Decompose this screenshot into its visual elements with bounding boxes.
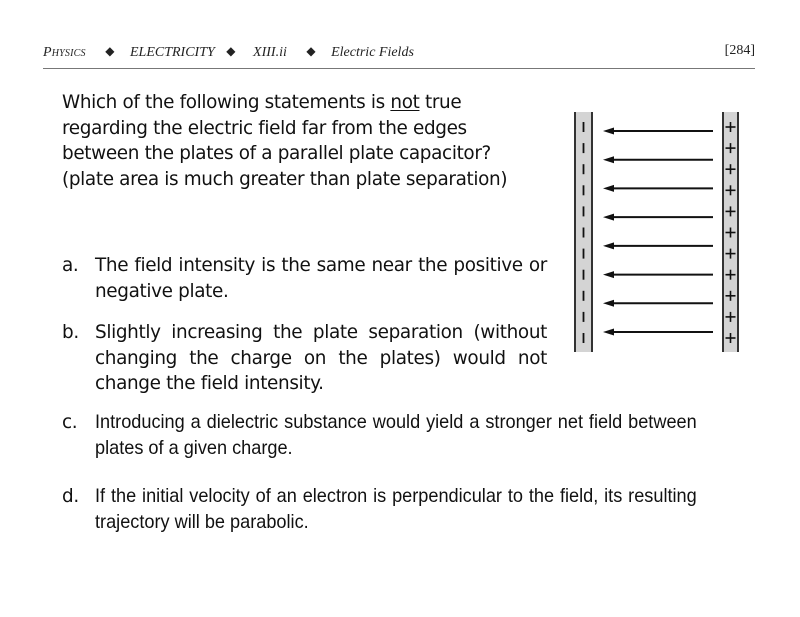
breadcrumb-topic: ELECTRICITY — [129, 45, 215, 60]
option-text: Introducing a dielectric substance would… — [95, 411, 697, 459]
breadcrumb-separator-icon: ◆ — [105, 44, 115, 58]
arrowhead-icon — [603, 184, 614, 192]
arrowhead-icon — [603, 271, 614, 279]
capacitor-diagram — [574, 112, 739, 352]
answer-option-b[interactable]: b. Slightly increasing the plate separat… — [62, 320, 547, 397]
arrowhead-icon — [603, 156, 614, 164]
page-header: Physics ◆ ELECTRICITY ◆ XIII.ii ◆ Electr… — [43, 40, 755, 69]
option-text: Slightly increasing the plate separation… — [95, 322, 547, 394]
arrowhead-icon — [603, 127, 614, 135]
option-letter: c. — [62, 412, 78, 433]
question-emphasis: not — [390, 92, 420, 113]
arrowhead-icon — [603, 299, 614, 307]
question-text-before: Which of the following statements is — [62, 92, 391, 113]
breadcrumb: Physics ◆ ELECTRICITY ◆ XIII.ii ◆ Electr… — [43, 44, 414, 61]
breadcrumb-subtopic: Electric Fields — [331, 45, 414, 60]
option-letter: d. — [62, 486, 79, 507]
question-stem: Which of the following statements is not… — [62, 90, 547, 192]
breadcrumb-subject: Physics — [43, 45, 86, 60]
arrowhead-icon — [603, 328, 614, 336]
breadcrumb-section: XIII.ii — [253, 45, 287, 60]
arrowhead-icon — [603, 213, 614, 221]
positive-plate — [722, 112, 739, 352]
option-letter: b. — [62, 322, 79, 343]
breadcrumb-separator-icon: ◆ — [306, 44, 316, 58]
page-number: [284] — [724, 43, 755, 58]
option-letter: a. — [62, 255, 79, 276]
option-text: The field intensity is the same near the… — [95, 255, 547, 302]
answer-option-c[interactable]: c. Introducing a dielectric substance wo… — [62, 410, 742, 461]
negative-plate — [574, 112, 593, 352]
arrowhead-icon — [603, 242, 614, 250]
answer-option-d[interactable]: d. If the initial velocity of an electro… — [62, 484, 742, 535]
answer-option-a[interactable]: a. The field intensity is the same near … — [62, 253, 547, 304]
field-lines — [603, 127, 713, 336]
breadcrumb-separator-icon: ◆ — [226, 44, 236, 58]
option-text: If the initial velocity of an electron i… — [95, 485, 697, 533]
